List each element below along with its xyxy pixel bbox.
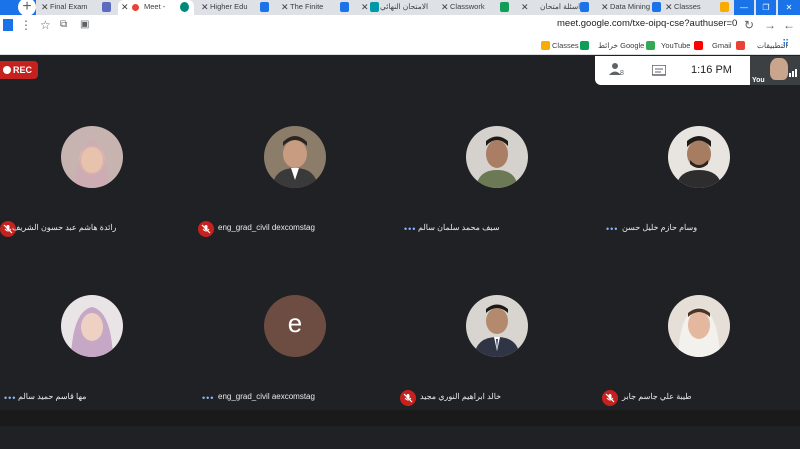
tab-classes[interactable]: ✕ Classes xyxy=(662,0,732,15)
participant-name: eng_grad_civil aexcomstag xyxy=(218,392,315,401)
bookmark-classes[interactable]: Classes xyxy=(552,41,579,50)
tab-the-finite[interactable]: ✕ The Finite xyxy=(278,0,354,15)
tab-data-mining[interactable]: ✕ Data Mining xyxy=(598,0,664,15)
self-view-tile[interactable]: You xyxy=(750,56,800,85)
meeting-controls-panel: 8 1:16 PM xyxy=(595,56,750,85)
tab-strip: + ✕ Final Exam ✕ Meet - ✕ Higher Edu ✕ T… xyxy=(0,0,800,16)
star-icon[interactable]: ☆ xyxy=(40,18,51,32)
bookmark-gmail[interactable]: Gmail xyxy=(712,41,732,50)
avatar xyxy=(264,126,326,188)
bookmarks-bar: Classes خرائط Google YouTube Gmail التطب… xyxy=(0,39,800,55)
docs-icon xyxy=(652,2,661,12)
participant-name: eng_grad_civil dexcomstag xyxy=(218,223,315,232)
bookmark-maps[interactable]: خرائط Google xyxy=(598,41,644,50)
tab-classwork[interactable]: ✕ Classwork xyxy=(438,0,514,15)
close-icon[interactable]: ✕ xyxy=(41,0,49,14)
participant-tile[interactable]: eng_grad_civil dexcomstag xyxy=(198,112,400,280)
tab-higher-edu[interactable]: ✕ Higher Edu xyxy=(198,0,274,15)
tab-final-exam[interactable]: ✕ Final Exam xyxy=(38,0,114,15)
url-field[interactable]: meet.google.com/txe-oipq-cse?authuser=0 xyxy=(557,18,737,29)
classroom-icon xyxy=(580,41,589,50)
tab-final-exam-ar[interactable]: ✕ الامتحان النهائي xyxy=(358,0,434,15)
participant-name: خالد ابراهيم النوري مجيد xyxy=(420,392,502,401)
classroom-icon xyxy=(500,2,509,12)
extension-icon[interactable] xyxy=(3,19,13,31)
speaking-indicator-icon: ••• xyxy=(404,224,417,234)
participant-tile[interactable]: ••• وسام حازم خليل حسن xyxy=(600,112,800,280)
speaking-indicator-icon: ••• xyxy=(606,224,619,234)
avatar xyxy=(466,295,528,357)
meeting-time: 1:16 PM xyxy=(691,64,732,76)
tab-exam-questions[interactable]: ✕ اسئلة امتحان xyxy=(518,0,594,15)
apps-grid-icon[interactable]: ⠿ xyxy=(782,39,789,50)
close-icon[interactable]: ✕ xyxy=(601,0,609,14)
close-icon[interactable]: ✕ xyxy=(121,0,129,14)
meet-icon xyxy=(180,2,189,12)
close-icon[interactable]: ✕ xyxy=(441,0,449,14)
camera-icon[interactable]: ▣ xyxy=(80,19,89,30)
participant-tile[interactable]: ••• سيف محمد سلمان سالم xyxy=(400,112,600,280)
recording-badge: REC xyxy=(0,61,38,79)
docs-icon xyxy=(340,2,349,12)
avatar-initial: e xyxy=(264,295,326,357)
bottom-bar xyxy=(0,410,800,426)
close-icon[interactable]: ✕ xyxy=(361,0,369,14)
participant-name: وسام حازم خليل حسن xyxy=(622,223,698,232)
tab-strip-left: + xyxy=(0,0,36,16)
back-icon[interactable]: ← xyxy=(783,18,795,32)
forms-icon xyxy=(102,2,111,12)
meet-stage: REC 8 1:16 PM You رائدة هاشم عبد حسون ال… xyxy=(0,56,800,410)
youtube-icon xyxy=(694,41,703,50)
maps-icon xyxy=(646,41,655,50)
close-icon[interactable]: ✕ xyxy=(281,0,289,14)
window-controls: — ❐ ✕ xyxy=(734,0,800,15)
tab-meet[interactable]: ✕ Meet - xyxy=(118,0,194,15)
participant-tile[interactable]: رائدة هاشم عبد حسون الشريف xyxy=(0,112,200,280)
address-bar: ⋮ ☆ ⧉ ▣ meet.google.com/txe-oipq-cse?aut… xyxy=(0,15,800,39)
speaking-indicator-icon: ••• xyxy=(4,393,17,403)
mic-off-icon xyxy=(602,390,618,406)
gmail-icon xyxy=(736,41,745,50)
chat-icon[interactable] xyxy=(651,64,667,82)
avatar xyxy=(668,126,730,188)
svg-text:8: 8 xyxy=(620,70,624,76)
close-icon[interactable]: ✕ xyxy=(665,0,673,14)
participant-name: سيف محمد سلمان سالم xyxy=(418,223,500,232)
mic-off-icon xyxy=(198,221,214,237)
people-icon[interactable]: 8 xyxy=(609,62,625,81)
recording-icon xyxy=(132,4,139,11)
install-icon[interactable]: ⧉ xyxy=(60,19,67,30)
classroom-icon xyxy=(720,2,729,12)
participant-name: مها قاسم حميد سالم xyxy=(18,392,87,401)
forward-icon[interactable]: → xyxy=(764,18,776,32)
audio-level-icon xyxy=(789,64,797,82)
participant-name: طيبة علي جاسم جابر xyxy=(622,392,692,401)
avatar xyxy=(61,126,123,188)
menu-dots-icon[interactable]: ⋮ xyxy=(20,18,32,32)
minimize-button[interactable]: — xyxy=(734,0,754,15)
avatar xyxy=(61,295,123,357)
avatar xyxy=(466,126,528,188)
maximize-button[interactable]: ❐ xyxy=(756,0,776,15)
participant-name: رائدة هاشم عبد حسون الشريف xyxy=(12,223,117,232)
self-video xyxy=(770,58,788,80)
speaking-indicator-icon: ••• xyxy=(202,393,215,403)
record-icon xyxy=(3,66,11,74)
docs-icon xyxy=(580,2,589,12)
classroom-icon xyxy=(370,2,379,12)
close-icon[interactable]: ✕ xyxy=(201,0,209,14)
new-tab-button[interactable]: + xyxy=(18,0,36,16)
docs-icon xyxy=(260,2,269,12)
mic-off-icon xyxy=(400,390,416,406)
close-window-button[interactable]: ✕ xyxy=(778,0,800,15)
bookmark-youtube[interactable]: YouTube xyxy=(661,41,690,50)
close-icon[interactable]: ✕ xyxy=(521,0,529,14)
reload-icon[interactable]: ↻ xyxy=(744,18,754,32)
avatar xyxy=(668,295,730,357)
classroom-icon xyxy=(541,41,550,50)
